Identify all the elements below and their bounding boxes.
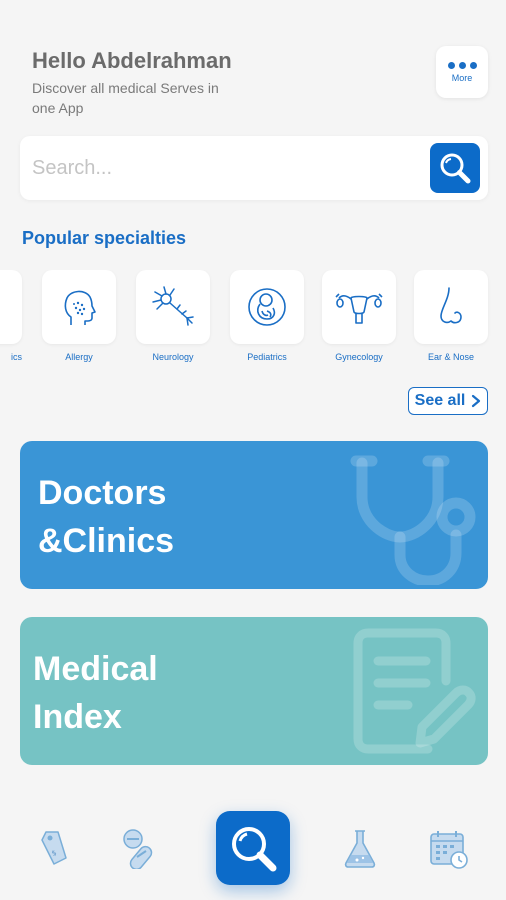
specialty-box	[0, 270, 22, 344]
specialty-box	[42, 270, 116, 344]
fetus-icon	[248, 288, 286, 326]
more-label: More	[451, 72, 473, 83]
search-icon	[440, 153, 471, 184]
specialty-label: Pediatrics	[247, 352, 287, 362]
nose-icon	[440, 287, 462, 324]
chevron-right-icon	[472, 394, 481, 408]
price-tag-icon: $	[41, 831, 67, 865]
specialty-label: Allergy	[65, 352, 93, 362]
header: Hello Abdelrahman Discover all medical S…	[32, 48, 412, 118]
search-button[interactable]	[430, 143, 480, 193]
see-all-label: See all	[414, 392, 466, 409]
greeting-title: Hello Abdelrahman	[32, 48, 232, 73]
nav-appointments[interactable]	[426, 826, 472, 872]
specialty-item-neurology[interactable]: Neurology	[136, 270, 210, 362]
specialty-box	[136, 270, 210, 344]
specialty-box	[322, 270, 396, 344]
specialty-item-allergy[interactable]: Allergy	[42, 270, 116, 362]
medical-index-card[interactable]: Medical Index	[20, 617, 488, 765]
specialty-box	[414, 270, 488, 344]
search-input[interactable]	[32, 150, 412, 186]
uterus-icon	[335, 293, 383, 324]
doctors-card-line1: Doctors	[38, 474, 167, 512]
specialty-box	[230, 270, 304, 344]
specialty-item-pediatrics[interactable]: Pediatrics	[230, 270, 304, 362]
nav-labs[interactable]	[338, 826, 382, 870]
search-bar	[20, 136, 488, 200]
calendar-clock-icon	[430, 831, 468, 869]
pills-icon	[123, 829, 153, 869]
specialty-item-ear-nose[interactable]: Ear & Nose	[414, 270, 488, 362]
nav-prices[interactable]: $	[32, 826, 76, 870]
search-icon	[232, 827, 277, 872]
specialty-item-partial[interactable]: ics	[0, 270, 22, 362]
specialty-label: Gynecology	[335, 352, 383, 362]
neuron-icon	[152, 286, 194, 326]
nav-pharmacy[interactable]	[120, 826, 164, 870]
document-edit-icon	[353, 628, 476, 754]
doctors-card-title: Doctors &Clinics	[38, 469, 174, 565]
specialty-label: ics	[11, 352, 22, 362]
head-allergy-icon	[64, 290, 96, 325]
section-title-specialties: Popular specialties	[22, 228, 187, 248]
index-card-line1: Medical	[33, 650, 158, 688]
doctors-card-line2: &Clinics	[38, 522, 175, 560]
see-all-button[interactable]: See all	[408, 387, 488, 415]
flask-icon	[344, 830, 376, 868]
bottom-nav: $	[0, 800, 506, 900]
nav-search[interactable]	[216, 811, 290, 885]
greeting-subtitle: Discover all medical Serves in one App	[32, 80, 219, 116]
specialty-item-gynecology[interactable]: Gynecology	[322, 270, 396, 362]
specialty-label: Ear & Nose	[427, 352, 475, 362]
specialty-label: Neurology	[152, 352, 194, 362]
partial-icon	[0, 287, 5, 327]
doctors-clinics-card[interactable]: Doctors &Clinics	[20, 441, 488, 589]
stethoscope-icon	[350, 455, 476, 585]
more-button[interactable]: More	[436, 46, 488, 98]
index-card-line2: Index	[33, 698, 122, 736]
index-card-title: Medical Index	[33, 645, 158, 741]
dots-icon	[447, 61, 477, 69]
specialties-list: ics Allergy Neurology Pediatrics Gynecol…	[0, 270, 506, 370]
